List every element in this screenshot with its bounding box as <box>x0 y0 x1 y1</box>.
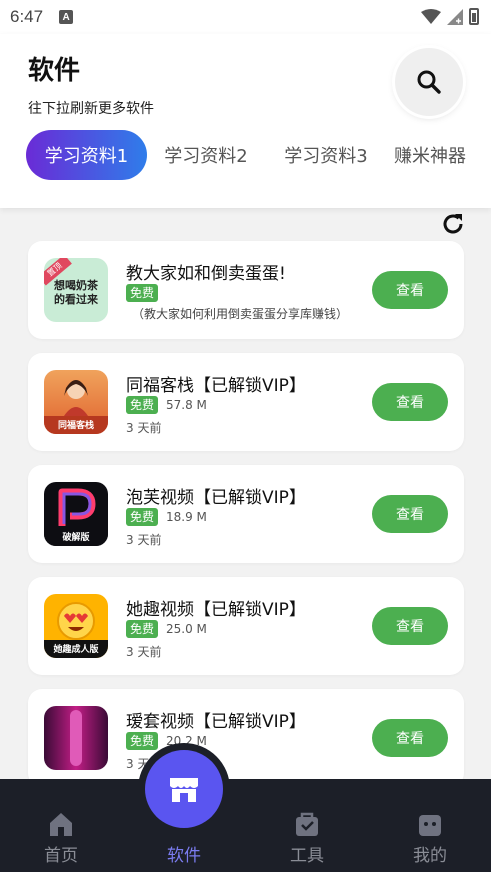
page-subtitle: 往下拉刷新更多软件 <box>28 101 154 117</box>
battery-icon <box>469 8 479 25</box>
free-badge: 免费 <box>126 396 159 414</box>
p-letter-logo <box>58 488 96 526</box>
app-name: 同福客栈【已解锁VIP】 <box>126 376 306 396</box>
nav-label: 工具 <box>290 846 324 866</box>
app-meta: 免费 57.8 M <box>126 396 207 414</box>
app-meta: 免费 <box>126 284 159 302</box>
tab-study-3[interactable]: 学习资料3 <box>274 130 378 180</box>
free-badge: 免费 <box>126 620 159 638</box>
app-description: （教大家如何利用倒卖蛋蛋分享库赚钱） <box>132 307 349 321</box>
nav-label: 首页 <box>44 846 78 866</box>
app-card[interactable]: 同福客栈 同福客栈【已解锁VIP】 免费 57.8 M 3 天前 查看 <box>28 353 464 451</box>
nav-item-profile[interactable]: 我的 <box>380 779 480 872</box>
toolbox-icon <box>296 812 318 836</box>
app-meta: 免费 18.9 M <box>126 508 207 526</box>
app-name: 瑷套视频【已解锁VIP】 <box>126 712 306 732</box>
search-button[interactable] <box>395 48 463 116</box>
store-fab-button[interactable] <box>145 750 223 828</box>
app-name: 泡芙视频【已解锁VIP】 <box>126 488 306 508</box>
taqu-video-icon: 她趣成人版 <box>44 594 108 658</box>
app-card[interactable]: 置顶 想喝奶茶的看过来 教大家如和倒卖蛋蛋! 免费 （教大家如何利用倒卖蛋蛋分享… <box>28 241 464 339</box>
app-card[interactable]: 破解版 泡芙视频【已解锁VIP】 免费 18.9 M 3 天前 查看 <box>28 465 464 563</box>
notification-icon: A <box>59 10 74 24</box>
tab-study-1[interactable]: 学习资料1 <box>26 130 147 180</box>
app-name: 教大家如和倒卖蛋蛋! <box>126 264 286 284</box>
wifi-icon <box>421 8 441 24</box>
app-name: 她趣视频【已解锁VIP】 <box>126 600 306 620</box>
category-tabs: 学习资料1 学习资料2 学习资料3 赚米神器 <box>26 130 491 180</box>
header: 软件 往下拉刷新更多软件 学习资料1 学习资料2 学习资料3 赚米神器 <box>0 34 491 208</box>
app-updated-time: 3 天前 <box>126 533 162 547</box>
view-button[interactable]: 查看 <box>372 495 448 533</box>
app-size: 18.9 M <box>166 510 207 524</box>
status-time: 6:47 <box>10 7 44 26</box>
tab-study-2[interactable]: 学习资料2 <box>154 130 258 180</box>
signal-icon <box>447 8 463 25</box>
app-size: 57.8 M <box>166 398 207 412</box>
view-button[interactable]: 查看 <box>372 383 448 421</box>
character-illustration <box>64 380 88 416</box>
profile-icon <box>419 815 441 836</box>
tab-earn-money[interactable]: 赚米神器 <box>394 130 486 180</box>
paofu-video-icon: 破解版 <box>44 482 108 546</box>
view-button[interactable]: 查看 <box>372 607 448 645</box>
home-icon <box>50 813 72 836</box>
milk-tea-icon: 置顶 想喝奶茶的看过来 <box>44 258 108 322</box>
icon-text: 想喝奶茶的看过来 <box>54 279 98 306</box>
app-meta: 免费 25.0 M <box>126 620 207 638</box>
status-indicators <box>421 8 479 25</box>
bottom-nav: 首页 软件 工具 我的 <box>0 779 491 872</box>
free-badge: 免费 <box>126 508 159 526</box>
search-icon <box>417 70 441 94</box>
app-size: 25.0 M <box>166 622 207 636</box>
heart-eyes-emoji <box>57 602 95 640</box>
app-card[interactable]: 她趣成人版 她趣视频【已解锁VIP】 免费 25.0 M 3 天前 查看 <box>28 577 464 675</box>
store-icon <box>170 778 198 802</box>
icon-caption: 她趣成人版 <box>44 640 108 658</box>
free-badge: 免费 <box>126 284 159 302</box>
tongfu-inn-icon: 同福客栈 <box>44 370 108 434</box>
icon-caption: 破解版 <box>44 528 108 546</box>
page-title: 软件 <box>28 56 81 86</box>
app-card[interactable]: 瑷套视频【已解锁VIP】 免费 20.2 M 3 天前 查看 <box>28 689 464 787</box>
icon-caption: 同福客栈 <box>44 416 108 434</box>
view-button[interactable]: 查看 <box>372 719 448 757</box>
app-updated-time: 3 天前 <box>126 645 162 659</box>
status-bar: 6:47 A <box>0 0 491 34</box>
aitao-video-icon <box>44 706 108 770</box>
refresh-icon[interactable] <box>440 211 466 237</box>
nav-label: 软件 <box>167 846 201 866</box>
nav-item-tools[interactable]: 工具 <box>257 779 357 872</box>
nav-label: 我的 <box>413 846 447 866</box>
view-button[interactable]: 查看 <box>372 271 448 309</box>
app-updated-time: 3 天前 <box>126 421 162 435</box>
nav-item-home[interactable]: 首页 <box>11 779 111 872</box>
free-badge: 免费 <box>126 732 159 750</box>
